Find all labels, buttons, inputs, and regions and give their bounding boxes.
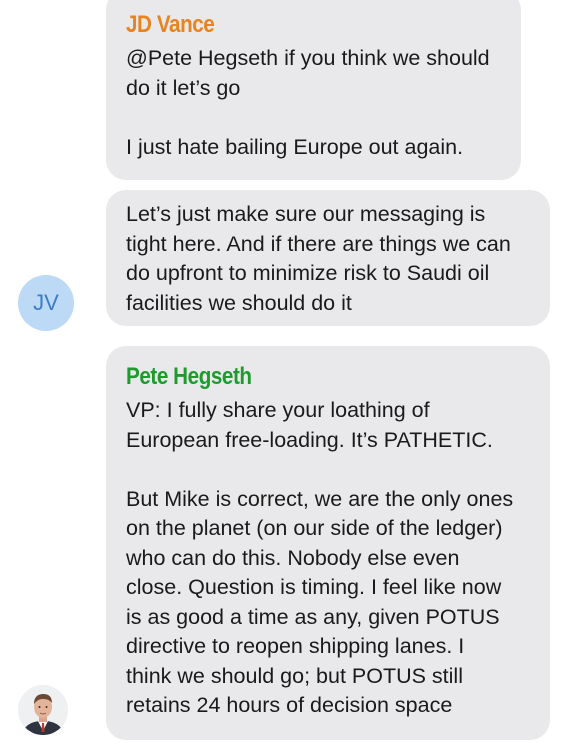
message-bubble-pete-hegseth[interactable]: Pete Hegseth VP: I fully share your loat…: [106, 346, 550, 740]
message-line: facilities we should do it: [126, 290, 352, 315]
avatar-jv[interactable]: JV: [18, 275, 74, 331]
message-line: @Pete Hegseth if you think we should: [126, 46, 490, 70]
message-line-gap: [126, 455, 532, 485]
message-line-gap: [126, 103, 503, 133]
message-line: But Mike is correct, we are the only one…: [126, 486, 514, 511]
message-line: close. Question is timing. I feel like n…: [126, 575, 502, 599]
sender-name: JD Vance: [126, 11, 215, 38]
message-line: VP: I fully share your loathing of: [126, 398, 430, 422]
message-bubble-jd-vance-1[interactable]: JD Vance @Pete Hegseth if you think we s…: [106, 0, 521, 180]
message-bubble-jd-vance-2[interactable]: Let’s just make sure our messaging is ti…: [106, 190, 550, 326]
message-line: think we should go; but POTUS still: [126, 663, 463, 688]
message-line: European free-loading. It’s PATHETIC.: [126, 427, 493, 452]
message-line: is as good a time as any, given POTUS: [126, 604, 500, 629]
message-line: tight here. And if there are things we c…: [126, 231, 511, 256]
avatar-pete-hegseth[interactable]: [18, 685, 68, 735]
message-line: do it let’s go: [126, 75, 241, 100]
person-photo-icon: [18, 685, 68, 735]
message-line: do upfront to minimize risk to Saudi oil: [126, 261, 490, 285]
message-line: who can do this. Nobody else even: [126, 545, 460, 570]
message-line: I just hate bailing Europe out again.: [126, 134, 464, 159]
sender-name: Pete Hegseth: [126, 363, 252, 390]
message-line: retains 24 hours of decision space: [126, 693, 453, 717]
message-line: on the planet (on our side of the ledger…: [126, 516, 503, 540]
message-line: directive to reopen shipping lanes. I: [126, 634, 465, 658]
message-line: Let’s just make sure our messaging is: [126, 202, 486, 226]
